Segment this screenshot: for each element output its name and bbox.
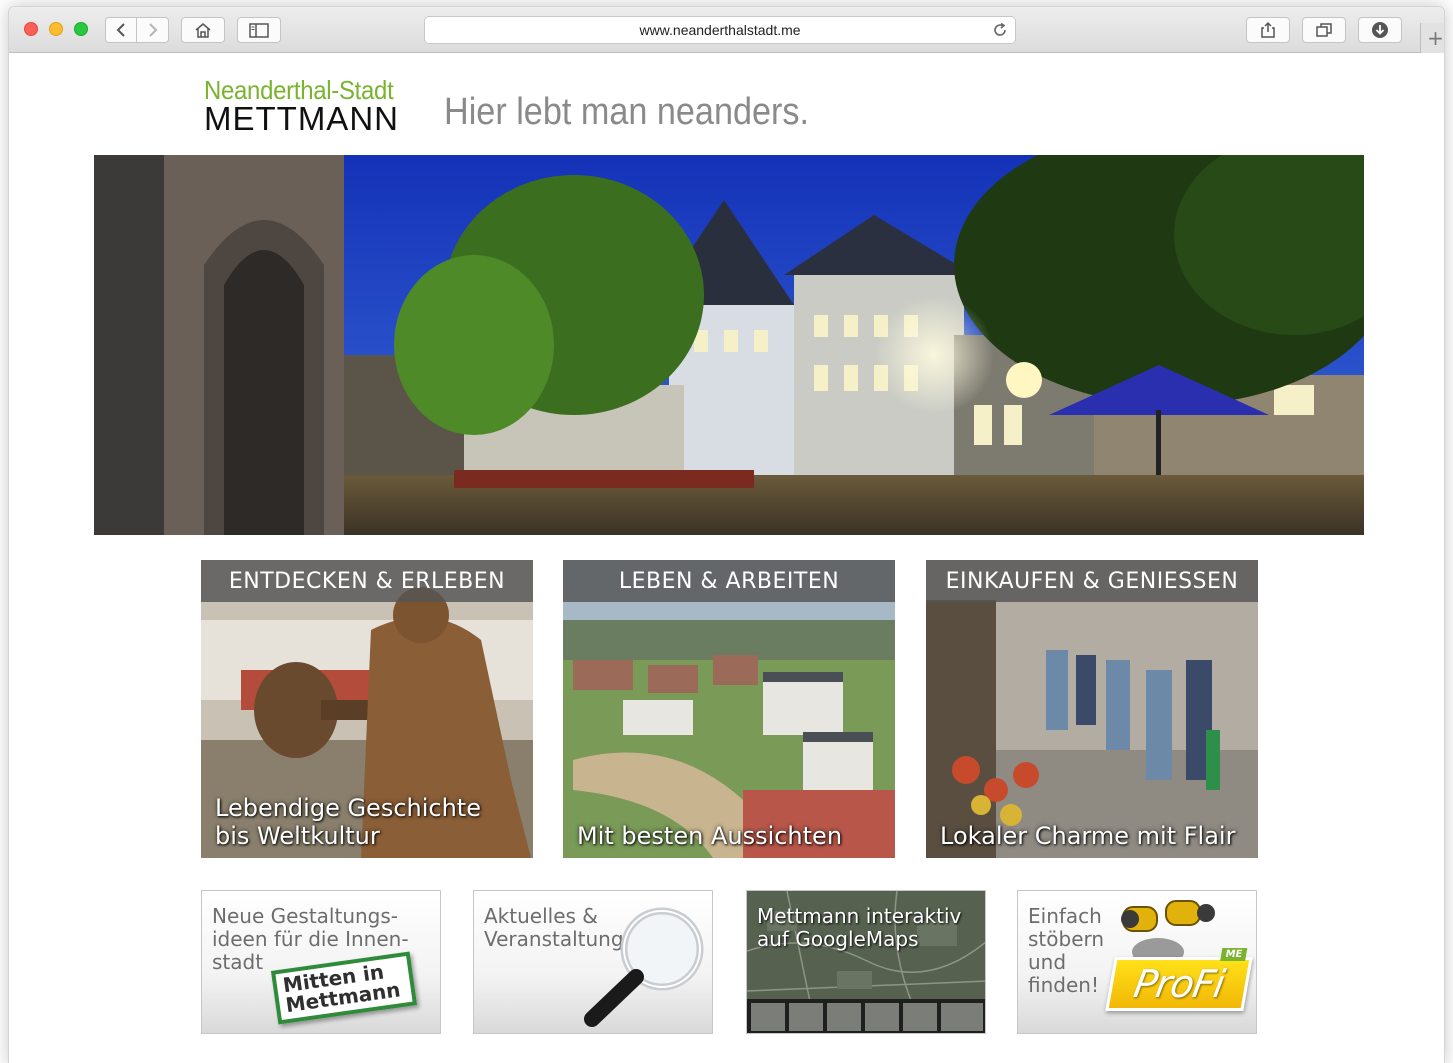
tabs-overview-icon <box>1316 23 1332 37</box>
tile-mitten-in-mettmann[interactable]: Neue Gestaltungs- ideen für die Innen- s… <box>201 890 441 1034</box>
close-window-button[interactable] <box>24 22 38 36</box>
zoom-window-button[interactable] <box>74 22 88 36</box>
site-tagline: Hier lebt man neanders. <box>444 91 810 133</box>
card-title: EINKAUFEN & GENIESSEN <box>926 560 1258 602</box>
tile-veranstaltungs-tipps[interactable]: Aktuelles & Veranstaltungs-Tipps <box>473 890 713 1034</box>
tabs-overview-button[interactable] <box>1302 17 1346 43</box>
browser-window: www.neanderthalstadt.me + Neanderthal-St… <box>8 6 1445 1063</box>
hero-photo <box>94 155 1364 535</box>
card-caption: Mit besten Aussichten <box>577 822 843 850</box>
card-title: LEBEN & ARBEITEN <box>563 560 895 602</box>
logo-subtitle: Neanderthal-Stadt <box>204 75 394 105</box>
chevron-right-icon <box>148 23 157 37</box>
magnifier-icon <box>584 907 704 1027</box>
url-text: www.neanderthalstadt.me <box>639 22 801 38</box>
chevron-left-icon <box>116 23 125 37</box>
reload-button[interactable] <box>992 22 1008 41</box>
tile-text: Mettmann interaktiv auf GoogleMaps <box>757 904 962 951</box>
profi-logo-tag: ME <box>1220 948 1248 961</box>
share-icon <box>1261 21 1275 38</box>
new-tab-button[interactable]: + <box>1420 23 1444 53</box>
badge-text: Mitten in Mettmann <box>281 959 402 1018</box>
web-page: Neanderthal-Stadt METTMANN Hier lebt man… <box>9 54 1444 1063</box>
card-entdecken-erleben[interactable]: ENTDECKEN & ERLEBEN Lebendige Geschichte… <box>201 560 533 858</box>
downloads-button[interactable] <box>1358 17 1402 43</box>
home-button[interactable] <box>181 17 225 43</box>
profi-logo: ProFi ME <box>1105 948 1253 1011</box>
address-bar[interactable]: www.neanderthalstadt.me <box>424 16 1016 44</box>
sidebar-icon <box>249 22 269 38</box>
forward-button[interactable] <box>137 17 169 43</box>
reload-icon <box>994 22 1006 36</box>
card-leben-arbeiten[interactable]: LEBEN & ARBEITEN Mit besten Aussichten <box>563 560 895 858</box>
profi-logo-text: ProFi <box>1130 962 1228 1006</box>
market-street-photo <box>926 560 1258 858</box>
tile-googlemaps[interactable]: Mettmann interaktiv auf GoogleMaps <box>746 890 986 1034</box>
town-aerial-photo <box>563 560 895 858</box>
logo-title: METTMANN <box>204 100 399 137</box>
share-button[interactable] <box>1246 17 1290 43</box>
card-caption: Lokaler Charme mit Flair <box>940 822 1236 850</box>
card-caption: Lebendige Geschichte bis Weltkultur <box>215 794 481 850</box>
back-button[interactable] <box>105 17 137 43</box>
tile-profi[interactable]: Einfach stöbern und finden! ProFi ME <box>1017 890 1257 1034</box>
card-einkaufen-geniessen[interactable]: EINKAUFEN & GENIESSEN Lokaler Charme mit… <box>926 560 1258 858</box>
minimize-window-button[interactable] <box>49 22 63 36</box>
site-logo[interactable]: Neanderthal-Stadt METTMANN <box>204 75 410 137</box>
hero-image <box>94 155 1364 535</box>
download-icon <box>1372 22 1388 38</box>
browser-toolbar: www.neanderthalstadt.me + <box>9 7 1444 53</box>
home-icon <box>195 23 211 38</box>
plus-icon: + <box>1427 26 1444 50</box>
sidebar-button[interactable] <box>237 17 281 43</box>
card-title: ENTDECKEN & ERLEBEN <box>201 560 533 602</box>
